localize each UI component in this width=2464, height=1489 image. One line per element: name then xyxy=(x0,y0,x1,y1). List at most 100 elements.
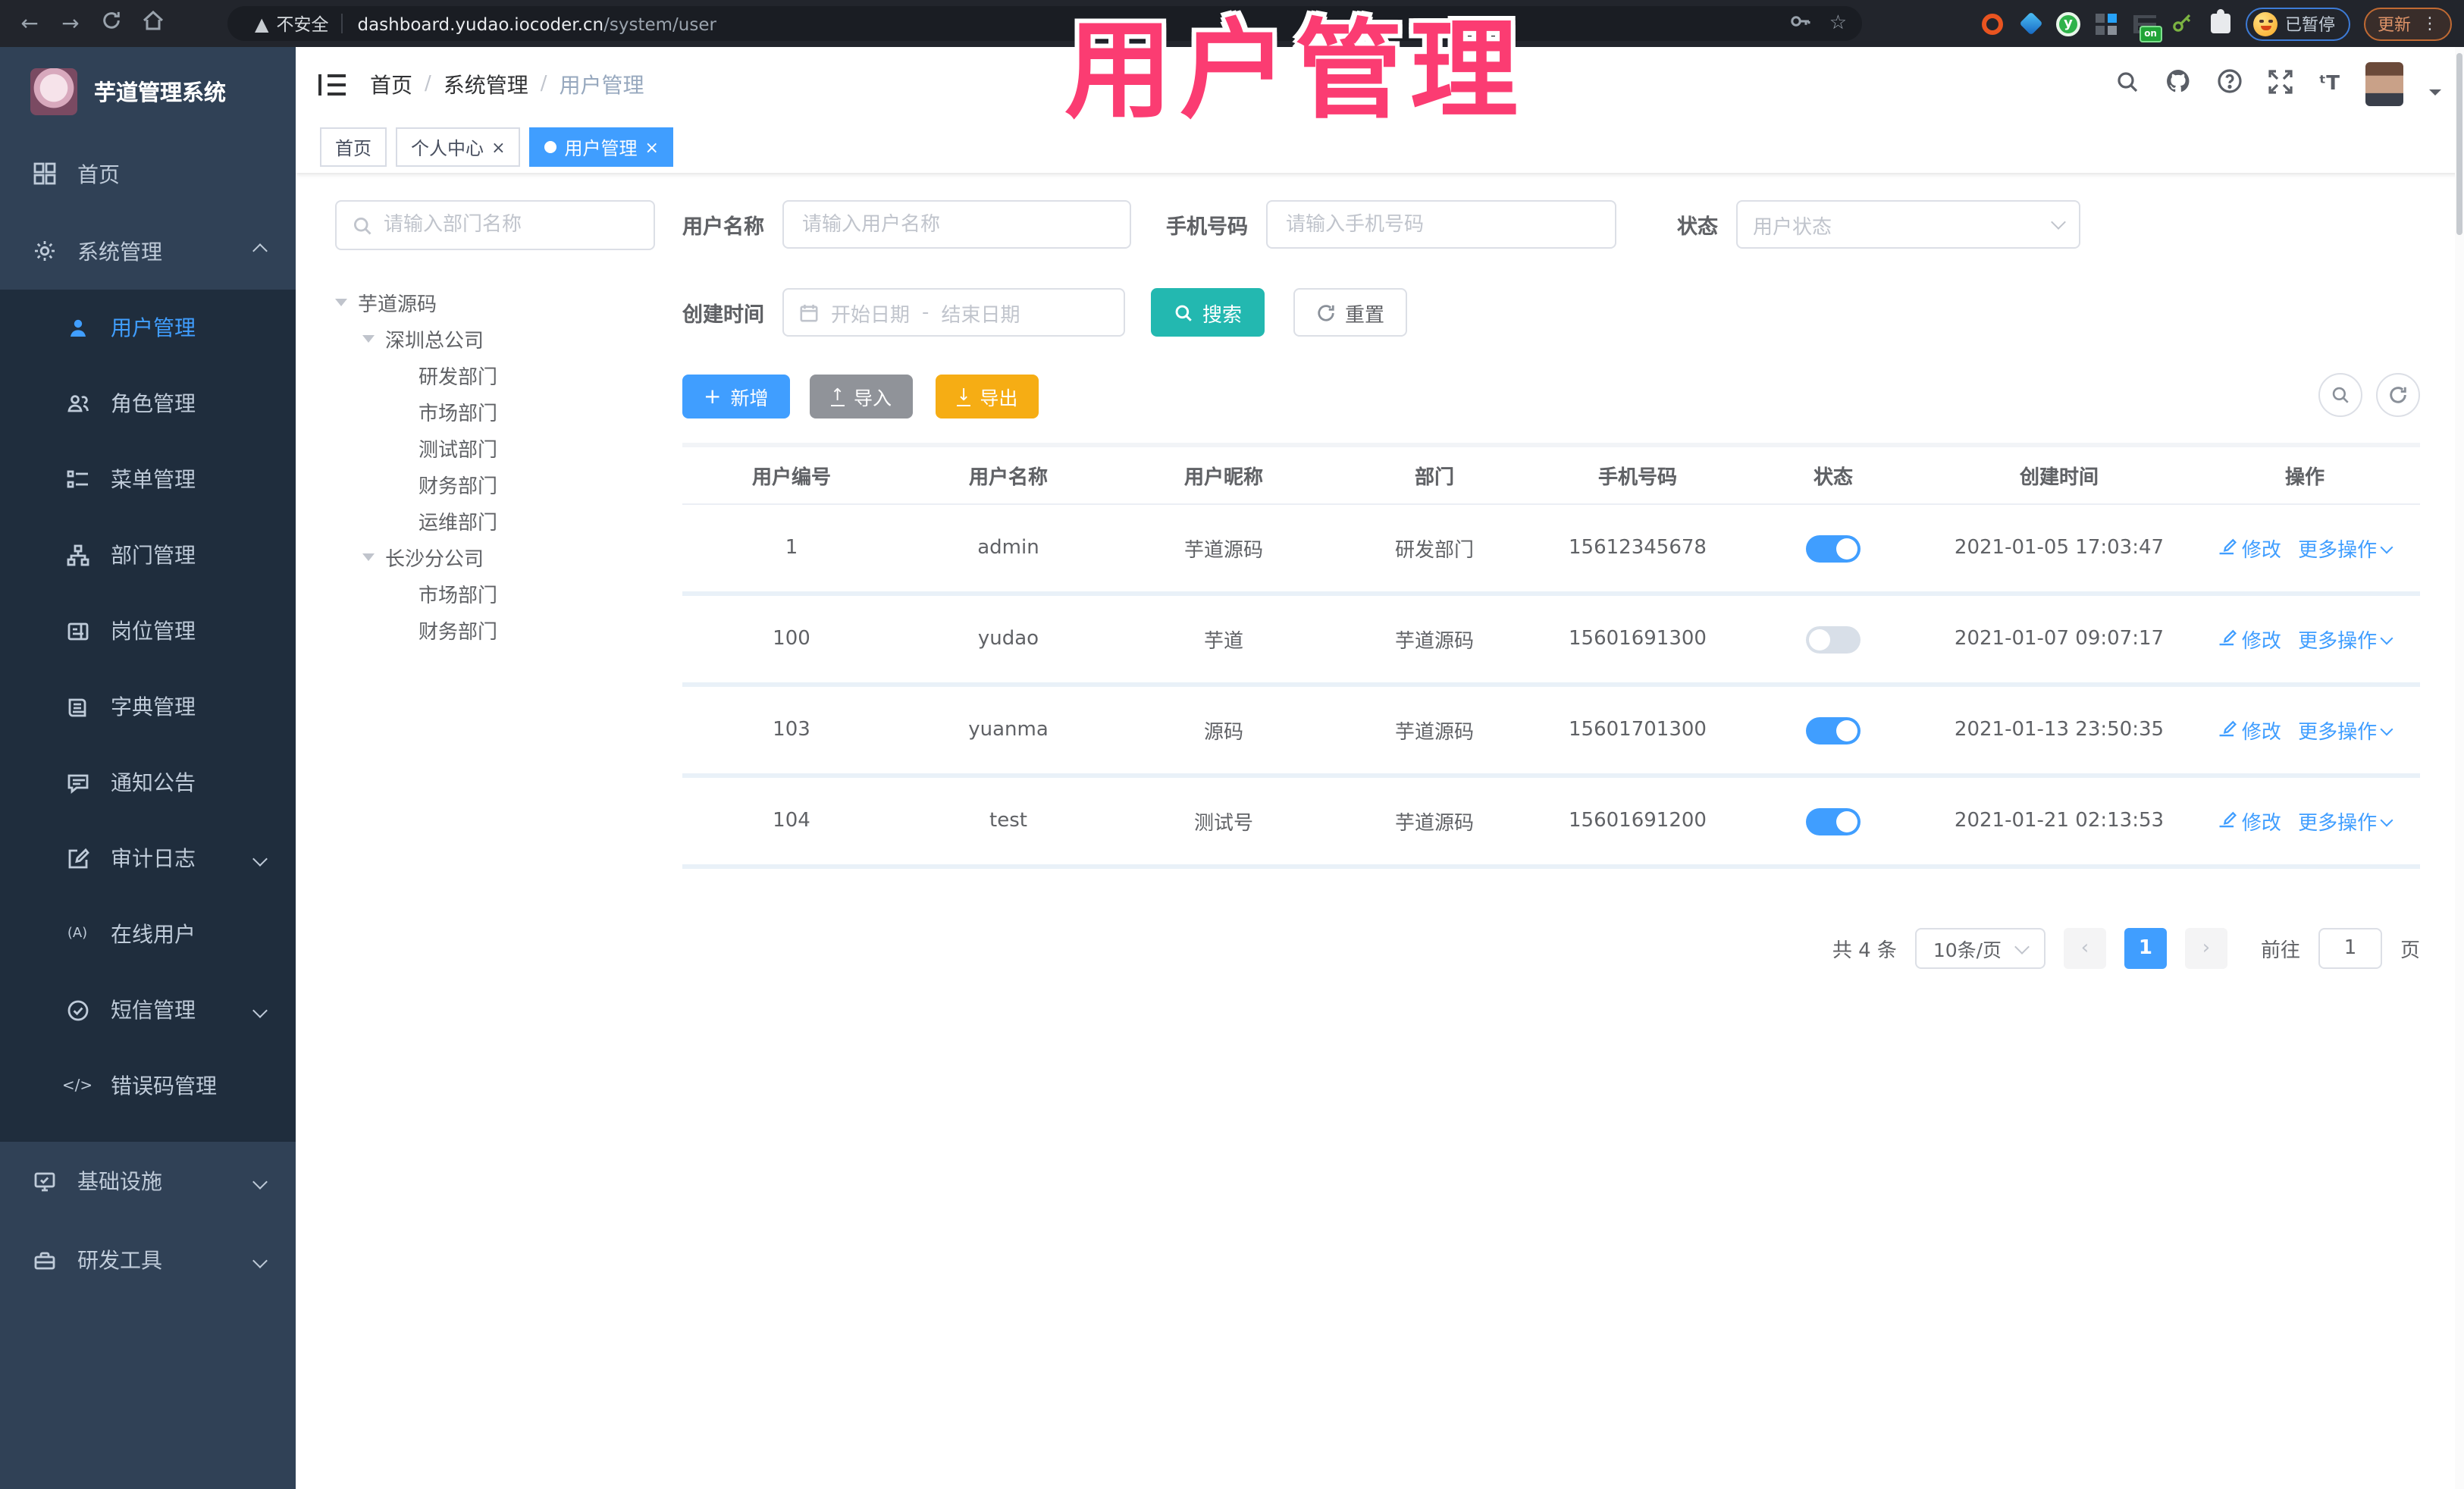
export-button[interactable]: ↓ 导出 xyxy=(935,375,1039,418)
fullscreen-icon[interactable] xyxy=(2268,69,2293,99)
edit-link[interactable]: 修改 xyxy=(2219,716,2281,744)
avatar-dropdown-caret-icon[interactable] xyxy=(2429,89,2441,95)
collapse-sidebar-icon[interactable] xyxy=(318,74,346,95)
column-header[interactable]: 用户编号 xyxy=(682,461,901,490)
tab-home[interactable]: 首页 xyxy=(320,127,387,167)
sidebar-item-posts[interactable]: 岗位管理 xyxy=(0,593,296,669)
tree-expand-icon[interactable] xyxy=(335,298,347,306)
sidebar-item-error-codes[interactable]: </> 错误码管理 xyxy=(0,1048,296,1124)
browser-menu-icon[interactable]: ⋮ xyxy=(2422,14,2438,33)
sidebar-item-home[interactable]: 首页 xyxy=(0,135,296,212)
sidebar-item-menus[interactable]: 菜单管理 xyxy=(0,441,296,517)
edit-link[interactable]: 修改 xyxy=(2219,625,2281,654)
tree-node[interactable]: 长沙分公司 xyxy=(335,538,655,575)
more-actions-link[interactable]: 更多操作 xyxy=(2298,716,2393,745)
add-button[interactable]: + 新增 xyxy=(682,375,790,418)
search-button[interactable]: 搜索 xyxy=(1151,288,1265,337)
breadcrumb-home[interactable]: 首页 xyxy=(370,69,412,99)
tree-node[interactable]: 深圳总公司 xyxy=(335,320,655,356)
toggle-search-button[interactable] xyxy=(2318,373,2362,417)
user-avatar[interactable] xyxy=(2365,62,2403,106)
extension-grid-icon[interactable] xyxy=(2094,11,2118,36)
sidebar-item-sms[interactable]: 短信管理 xyxy=(0,972,296,1048)
profile-paused-badge[interactable]: 已暂停 xyxy=(2246,7,2350,40)
column-header[interactable]: 用户名称 xyxy=(901,461,1116,490)
tree-node[interactable]: 财务部门 xyxy=(335,611,655,647)
help-icon[interactable] xyxy=(2217,68,2243,100)
extension-on-icon[interactable]: on xyxy=(2132,11,2161,42)
sidebar-item-roles[interactable]: 角色管理 xyxy=(0,365,296,441)
github-icon[interactable] xyxy=(2165,68,2191,100)
tree-expand-icon[interactable] xyxy=(362,334,375,342)
page-size-select[interactable]: 10条/页 xyxy=(1914,928,2045,969)
username-input[interactable] xyxy=(782,200,1131,249)
reload-icon[interactable] xyxy=(91,11,132,36)
tree-node[interactable]: 运维部门 xyxy=(335,502,655,538)
tree-node[interactable]: 测试部门 xyxy=(335,429,655,466)
date-range-picker[interactable]: 开始日期 - 结束日期 xyxy=(782,288,1125,337)
font-size-icon[interactable]: ᵗT xyxy=(2318,73,2340,96)
breadcrumb-system[interactable]: 系统管理 xyxy=(444,69,528,99)
status-toggle[interactable] xyxy=(1806,716,1861,744)
forward-icon[interactable]: → xyxy=(50,11,91,36)
prev-page-button[interactable]: ‹ xyxy=(2063,928,2106,969)
reset-button[interactable]: 重置 xyxy=(1293,288,1408,337)
status-toggle[interactable] xyxy=(1806,807,1861,835)
scrollbar-thumb[interactable] xyxy=(2456,53,2462,235)
bookmark-star-icon[interactable]: ☆ xyxy=(1829,12,1847,35)
more-actions-link[interactable]: 更多操作 xyxy=(2298,534,2393,563)
column-header[interactable]: 部门 xyxy=(1331,461,1538,490)
extension-gem-icon[interactable] xyxy=(2018,11,2042,36)
current-page-button[interactable]: 1 xyxy=(2124,928,2167,969)
tab-profile[interactable]: 个人中心 × xyxy=(396,127,521,167)
header-search-icon[interactable] xyxy=(2115,69,2140,99)
sidebar-item-infrastructure[interactable]: 基础设施 xyxy=(0,1142,296,1221)
next-page-button[interactable]: › xyxy=(2184,928,2227,969)
column-header[interactable]: 操作 xyxy=(2190,461,2420,490)
sidebar-item-notice[interactable]: 通知公告 xyxy=(0,744,296,820)
column-header[interactable]: 手机号码 xyxy=(1538,461,1738,490)
tree-node[interactable]: 财务部门 xyxy=(335,466,655,502)
more-actions-link[interactable]: 更多操作 xyxy=(2298,625,2393,654)
extension-y-icon[interactable]: y xyxy=(2056,11,2080,36)
extension-ubuntu-icon[interactable] xyxy=(1980,11,2005,36)
edit-link[interactable]: 修改 xyxy=(2219,534,2281,563)
sidebar-item-audit-log[interactable]: 审计日志 xyxy=(0,820,296,896)
sidebar-item-users[interactable]: 用户管理 xyxy=(0,290,296,365)
refresh-button[interactable] xyxy=(2376,373,2420,417)
page-scrollbar[interactable] xyxy=(2455,47,2464,1489)
sidebar-item-system[interactable]: 系统管理 xyxy=(0,212,296,290)
status-toggle[interactable] xyxy=(1806,625,1861,653)
edit-link[interactable]: 修改 xyxy=(2219,807,2281,835)
goto-page-input[interactable] xyxy=(2318,928,2382,969)
browser-update-button[interactable]: 更新 ⋮ xyxy=(2364,7,2452,40)
address-bar[interactable]: ▲ 不安全 dashboard.yudao.iocoder.cn /system… xyxy=(227,6,1862,41)
extension-puzzle-icon[interactable] xyxy=(2208,9,2232,36)
key-icon[interactable] xyxy=(1790,11,1811,36)
department-search-input[interactable] xyxy=(384,214,638,237)
tree-node[interactable]: 研发部门 xyxy=(335,356,655,393)
more-actions-link[interactable]: 更多操作 xyxy=(2298,807,2393,836)
column-header[interactable]: 状态 xyxy=(1738,461,1929,490)
sidebar-item-depts[interactable]: 部门管理 xyxy=(0,517,296,593)
home-icon[interactable] xyxy=(132,10,173,36)
status-select[interactable]: 用户状态 xyxy=(1736,200,2080,249)
sidebar-item-dev-tools[interactable]: 研发工具 xyxy=(0,1221,296,1299)
back-icon[interactable]: ← xyxy=(9,11,50,36)
sidebar-item-dict[interactable]: 字典管理 xyxy=(0,669,296,744)
column-header[interactable]: 创建时间 xyxy=(1929,461,2190,490)
import-button[interactable]: ↑ 导入 xyxy=(809,375,913,418)
tree-expand-icon[interactable] xyxy=(362,553,375,560)
mobile-input[interactable] xyxy=(1266,200,1616,249)
status-toggle[interactable] xyxy=(1806,534,1861,562)
close-icon[interactable]: × xyxy=(645,139,659,155)
department-search[interactable] xyxy=(335,200,655,250)
tree-node[interactable]: 市场部门 xyxy=(335,575,655,611)
tree-node[interactable]: 芋道源码 xyxy=(335,284,655,320)
column-header[interactable]: 用户昵称 xyxy=(1116,461,1331,490)
sidebar-item-online-users[interactable]: (A) 在线用户 xyxy=(0,896,296,972)
extension-key-icon[interactable] xyxy=(2170,11,2194,36)
tree-node[interactable]: 市场部门 xyxy=(335,393,655,429)
tab-user-management[interactable]: 用户管理 × xyxy=(529,127,674,167)
app-logo-row[interactable]: 芋道管理系统 xyxy=(0,47,296,135)
